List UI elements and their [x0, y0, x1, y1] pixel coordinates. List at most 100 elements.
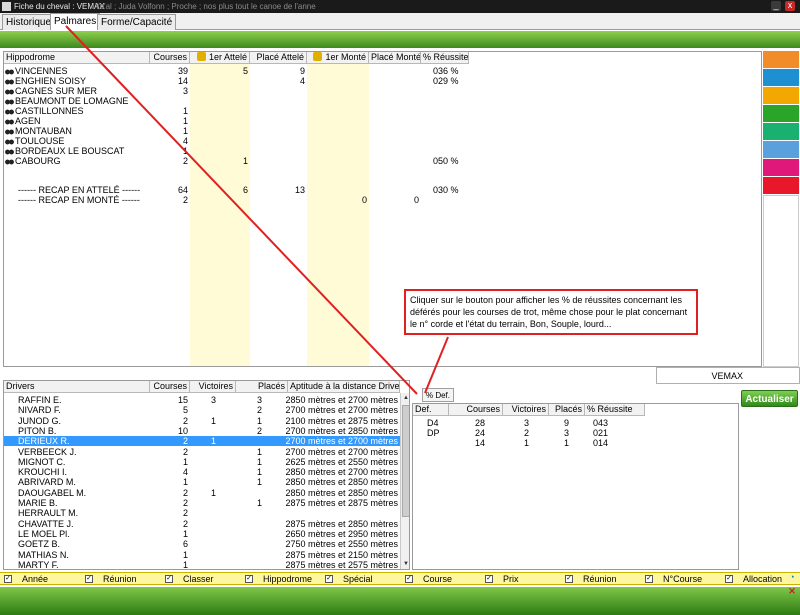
col-driver-aptitude[interactable]: Aptitude à la distance Drivers	[288, 381, 400, 393]
driver-row[interactable]: PITON B. 10 2 2700 mètres et 2850 mètres	[4, 426, 400, 436]
table-row[interactable]: DP 24 2 3 021	[413, 428, 738, 438]
filter-checkbox[interactable]: ✓	[325, 575, 333, 583]
driver-row[interactable]: VERBEECK J. 2 1 2700 mètres et 2700 mètres	[4, 447, 400, 457]
binoculars-icon[interactable]	[5, 158, 14, 165]
filter-checkbox[interactable]: ✓	[85, 575, 93, 583]
driver-row[interactable]: DAOUGABEL M. 2 1 2850 mètres et 2850 mètres	[4, 488, 400, 498]
scroll-down-icon[interactable]: ▼	[401, 559, 409, 569]
scroll-thumb[interactable]	[402, 405, 409, 517]
color-swatch[interactable]	[763, 105, 799, 123]
driver-row[interactable]: GOETZ B. 6 2750 mètres et 2550 mètres	[4, 539, 400, 549]
filter-checkbox[interactable]: ✓	[405, 575, 413, 583]
table-row[interactable]: MONTAUBAN 1	[4, 126, 761, 136]
color-swatch[interactable]	[763, 123, 799, 141]
tab-palmares[interactable]: Palmares	[50, 13, 101, 30]
col-driver-courses[interactable]: Courses	[150, 381, 190, 393]
driver-row[interactable]: MARTY F. 1 2875 mètres et 2575 mètres	[4, 560, 400, 569]
driver-row[interactable]: CHAVATTE J. 2 2875 mètres et 2850 mètres	[4, 519, 400, 529]
driver-row[interactable]: MIGNOT C. 1 1 2625 mètres et 2550 mètres	[4, 457, 400, 467]
col-1er-monte[interactable]: 1er Monté	[307, 52, 369, 64]
col-drivers[interactable]: Drivers	[4, 381, 150, 393]
drivers-scrollbar[interactable]: ▲ ▼	[400, 393, 409, 569]
col-hippodrome[interactable]: Hippodrome	[4, 52, 150, 64]
binoculars-icon[interactable]	[5, 128, 14, 135]
filter-checkbox[interactable]: ✓	[645, 575, 653, 583]
actualiser-button[interactable]: Actualiser	[741, 390, 798, 407]
reussite-cell	[433, 126, 473, 136]
col-def-victoires[interactable]: Victoires	[503, 404, 549, 416]
table-row[interactable]: CAGNES SUR MER 3	[4, 86, 761, 96]
color-swatch[interactable]	[763, 159, 799, 177]
binoculars-icon[interactable]	[5, 148, 14, 155]
table-row[interactable]: AGEN 1	[4, 116, 761, 126]
binoculars-icon[interactable]	[5, 68, 14, 75]
reussite-cell: 036 %	[433, 66, 459, 76]
driver-row[interactable]: HERRAULT M. 2	[4, 508, 400, 518]
percent-def-button[interactable]: % Def.	[422, 388, 454, 402]
driver-aptitude	[282, 508, 400, 518]
table-row[interactable]: 14 1 1 014	[413, 438, 738, 448]
table-row[interactable]: CABOURG 2 1 050 %	[4, 156, 761, 166]
binoculars-icon[interactable]	[5, 78, 14, 85]
binoculars-icon[interactable]	[5, 108, 14, 115]
table-row[interactable]: TOULOUSE 4	[4, 136, 761, 146]
table-row[interactable]: CASTILLONNES 1	[4, 106, 761, 116]
table-row[interactable]: BORDEAUX LE BOUSCAT 1	[4, 146, 761, 156]
place_attele-cell: 13	[294, 185, 305, 195]
col-place-attele[interactable]: Placé Attelé	[250, 52, 307, 64]
filter-checkbox[interactable]: ✓	[165, 575, 173, 583]
col-reussite[interactable]: % Réussite	[421, 52, 469, 64]
driver-aptitude: 2625 mètres et 2550 mètres	[285, 456, 398, 467]
binoculars-icon[interactable]	[5, 98, 14, 105]
filter-checkbox[interactable]: ✓	[565, 575, 573, 583]
driver-row[interactable]: MATHIAS N. 1 2875 mètres et 2150 mètres	[4, 550, 400, 560]
close-button[interactable]: x	[785, 1, 795, 11]
driver-row[interactable]: MARIE B. 2 1 2875 mètres et 2875 mètres	[4, 498, 400, 508]
refresh-icon[interactable]: ◔	[786, 572, 798, 582]
vemax-tab[interactable]: VEMAX	[656, 367, 800, 384]
driver-row[interactable]: LE MOEL Pl. 1 2650 mètres et 2950 mètres	[4, 529, 400, 539]
filter-checkbox[interactable]: ✓	[485, 575, 493, 583]
table-row[interactable]: ENGHIEN SOISY 14 4 029 %	[4, 76, 761, 86]
color-swatch[interactable]	[763, 69, 799, 87]
col-place-monte[interactable]: Placé Monté	[369, 52, 421, 64]
col-1er-attele[interactable]: 1er Attelé	[190, 52, 250, 64]
col-def-places[interactable]: Placés	[549, 404, 585, 416]
col-driver-victoires[interactable]: Victoires	[190, 381, 236, 393]
table-row[interactable]: VINCENNES 39 5 9 036 %	[4, 66, 761, 76]
driver-row[interactable]: KROUCHI I. 4 1 2850 mètres et 2700 mètres	[4, 467, 400, 477]
driver-row[interactable]: NIVARD F. 5 2 2700 mètres et 2700 mètres	[4, 405, 400, 415]
binoculars-icon[interactable]	[5, 138, 14, 145]
driver-courses: 15	[177, 395, 188, 405]
col-def-courses[interactable]: Courses	[449, 404, 503, 416]
place_monte-cell	[369, 66, 421, 76]
filter-label: Hippodrome	[263, 574, 313, 584]
table-row[interactable]: D4 28 3 9 043	[413, 418, 738, 428]
driver-row[interactable]: ABRIVARD M. 1 1 2850 mètres et 2850 mètres	[4, 477, 400, 487]
driver-row[interactable]: DERIEUX R. 2 1 2700 mètres et 2700 mètres	[4, 436, 400, 447]
minimize-button[interactable]: _	[771, 1, 781, 11]
filter-checkbox[interactable]: ✓	[725, 575, 733, 583]
col-driver-places[interactable]: Placés	[236, 381, 288, 393]
color-swatch[interactable]	[763, 87, 799, 105]
hippodrome-name: CAGNES SUR MER	[15, 86, 98, 96]
col-courses[interactable]: Courses	[150, 52, 190, 64]
color-swatch[interactable]	[763, 51, 799, 69]
filter-checkbox[interactable]: ✓	[245, 575, 253, 583]
binoculars-icon[interactable]	[5, 88, 14, 95]
col-def[interactable]: Def.	[413, 404, 449, 416]
table-row[interactable]: BEAUMONT DE LOMAGNE	[4, 96, 761, 106]
color-swatch[interactable]	[763, 141, 799, 159]
col-def-reussite[interactable]: % Réussite	[585, 404, 645, 416]
driver-aptitude: 2850 mètres et 2700 mètres	[285, 395, 398, 405]
tab-forme-capacite[interactable]: Forme/Capacité	[97, 14, 177, 30]
color-swatch[interactable]	[763, 177, 799, 195]
scroll-up-icon[interactable]: ▲	[401, 393, 409, 403]
tab-historique[interactable]: Historique	[2, 14, 56, 30]
binoculars-icon[interactable]	[5, 118, 14, 125]
driver-victoires	[190, 519, 218, 529]
filter-checkbox[interactable]: ✓	[4, 575, 12, 583]
driver-row[interactable]: JUNOD G. 2 1 1 2100 mètres et 2875 mètres	[4, 416, 400, 426]
clear-filter-icon[interactable]: ✕	[786, 586, 798, 596]
driver-row[interactable]: RAFFIN E. 15 3 3 2850 mètres et 2700 mètres	[4, 395, 400, 405]
